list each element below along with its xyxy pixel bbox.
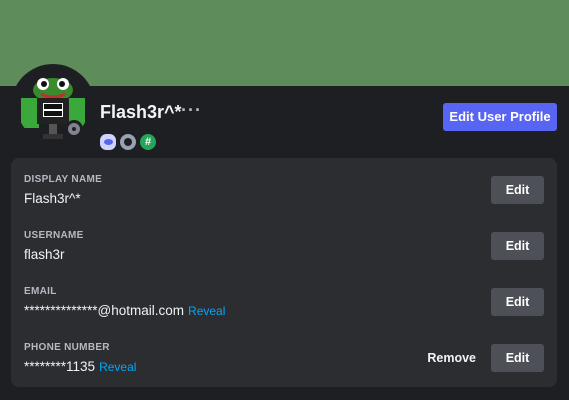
email-field: EMAIL **************@hotmail.com Reveal E… (24, 286, 544, 330)
edit-phone-button[interactable]: Edit (491, 344, 544, 372)
reveal-phone-link[interactable]: Reveal (99, 360, 136, 374)
badge-list: # (100, 134, 156, 150)
profile-username: Flash3r^* (100, 102, 182, 122)
profile-banner (0, 0, 569, 86)
reveal-email-link[interactable]: Reveal (188, 304, 225, 318)
phone-label: PHONE NUMBER (24, 342, 110, 353)
email-value-row: **************@hotmail.com Reveal (24, 303, 225, 318)
phone-value: ********1135 (24, 359, 96, 374)
phone-value-row: ********1135 Reveal (24, 359, 136, 374)
edit-user-profile-button[interactable]: Edit User Profile (443, 103, 557, 131)
username-label: USERNAME (24, 230, 84, 241)
remove-phone-button[interactable]: Remove (427, 344, 476, 372)
username-field: USERNAME flash3r Edit (24, 230, 544, 274)
username-value: flash3r (24, 247, 65, 262)
nitro-badge-icon[interactable] (120, 134, 136, 150)
display-name-field: DISPLAY NAME Flash3r^* Edit (24, 174, 544, 218)
edit-email-button[interactable]: Edit (491, 288, 544, 316)
hashtag-badge-icon[interactable]: # (140, 134, 156, 150)
display-name-value: Flash3r^* (24, 191, 81, 206)
email-label: EMAIL (24, 286, 57, 297)
account-info-card: DISPLAY NAME Flash3r^* Edit USERNAME fla… (11, 158, 557, 387)
hypesquad-badge-icon[interactable] (100, 134, 116, 150)
phone-field: PHONE NUMBER ********1135 Reveal Remove E… (24, 342, 544, 386)
edit-display-name-button[interactable]: Edit (491, 176, 544, 204)
more-options-icon[interactable]: ··· (181, 100, 202, 121)
display-name-label: DISPLAY NAME (24, 174, 103, 185)
edit-username-button[interactable]: Edit (491, 232, 544, 260)
offline-status-icon (65, 120, 83, 138)
email-value: **************@hotmail.com (24, 303, 185, 318)
